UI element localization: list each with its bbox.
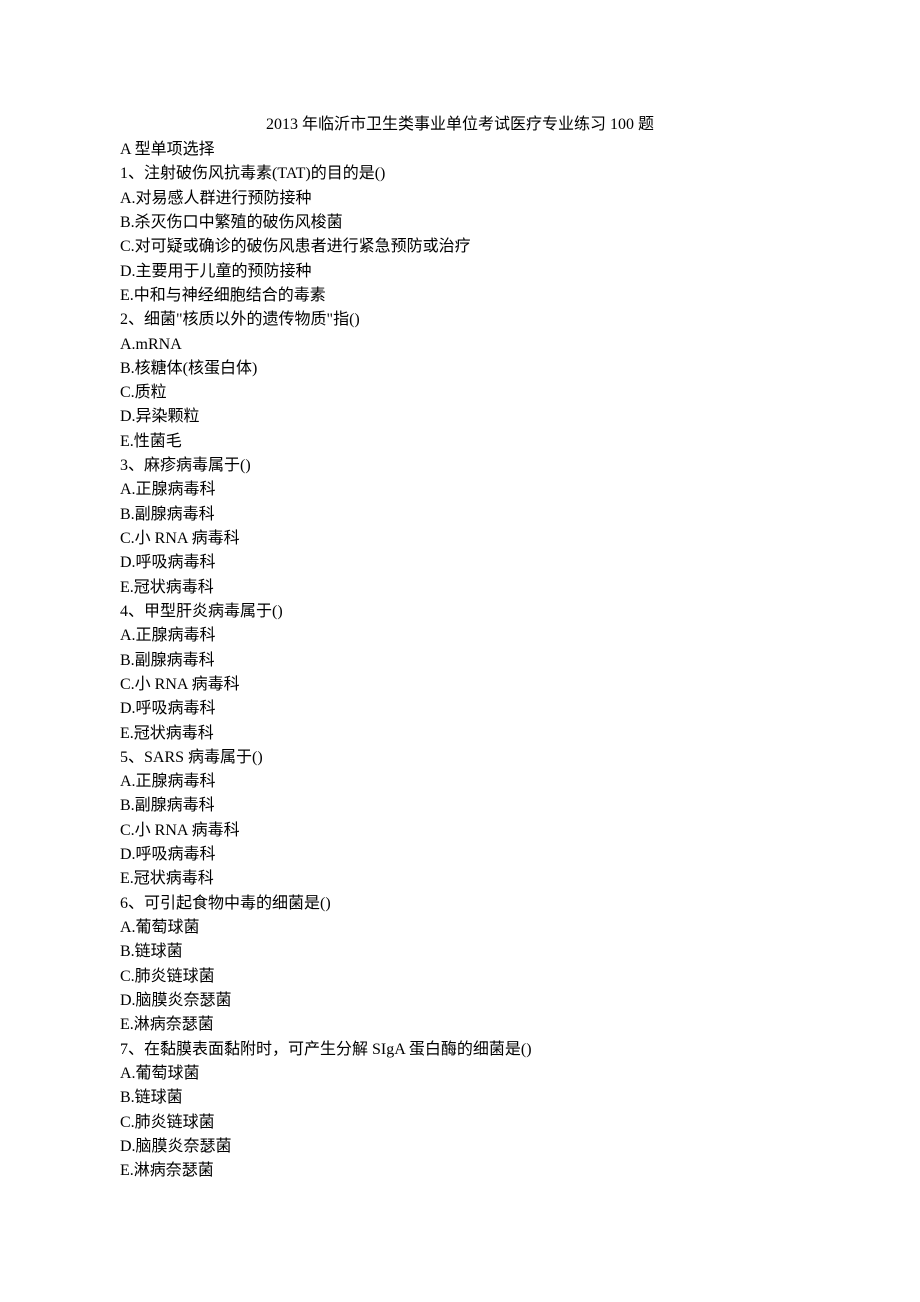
question-option: B.副腺病毒科 (120, 794, 800, 818)
question-option: C.小 RNA 病毒科 (120, 527, 800, 551)
question-stem: 1、注射破伤风抗毒素(TAT)的目的是() (120, 162, 800, 186)
question-option: E.性菌毛 (120, 430, 800, 454)
question-option: A.正腺病毒科 (120, 770, 800, 794)
question-option: D.呼吸病毒科 (120, 843, 800, 867)
question-option: E.冠状病毒科 (120, 867, 800, 891)
question-option: E.中和与神经细胞结合的毒素 (120, 284, 800, 308)
question-option: A.葡萄球菌 (120, 916, 800, 940)
question-stem: 7、在黏膜表面黏附时，可产生分解 SIgA 蛋白酶的细菌是() (120, 1038, 800, 1062)
question-option: D.呼吸病毒科 (120, 697, 800, 721)
question-option: B.副腺病毒科 (120, 503, 800, 527)
question-option: E.淋病奈瑟菌 (120, 1159, 800, 1183)
question-option: B.核糖体(核蛋白体) (120, 357, 800, 381)
question-option: A.正腺病毒科 (120, 478, 800, 502)
question-stem: 5、SARS 病毒属于() (120, 746, 800, 770)
question-option: B.副腺病毒科 (120, 649, 800, 673)
question-option: D.脑膜炎奈瑟菌 (120, 989, 800, 1013)
question-option: A.对易感人群进行预防接种 (120, 187, 800, 211)
question-option: D.呼吸病毒科 (120, 551, 800, 575)
page-title: 2013 年临沂市卫生类事业单位考试医疗专业练习 100 题 (120, 110, 800, 134)
question-option: E.淋病奈瑟菌 (120, 1013, 800, 1037)
question-option: A.葡萄球菌 (120, 1062, 800, 1086)
question-option: E.冠状病毒科 (120, 576, 800, 600)
question-option: A.mRNA (120, 333, 800, 357)
question-option: D.脑膜炎奈瑟菌 (120, 1135, 800, 1159)
question-option: C.质粒 (120, 381, 800, 405)
question-stem: 4、甲型肝炎病毒属于() (120, 600, 800, 624)
question-option: C.对可疑或确诊的破伤风患者进行紧急预防或治疗 (120, 235, 800, 259)
question-option: C.小 RNA 病毒科 (120, 819, 800, 843)
question-option: C.肺炎链球菌 (120, 1111, 800, 1135)
question-option: D.主要用于儿童的预防接种 (120, 260, 800, 284)
question-stem: 6、可引起食物中毒的细菌是() (120, 892, 800, 916)
question-option: B.杀灭伤口中繁殖的破伤风梭菌 (120, 211, 800, 235)
question-option: B.链球菌 (120, 940, 800, 964)
question-option: E.冠状病毒科 (120, 722, 800, 746)
question-stem: 2、细菌"核质以外的遗传物质"指() (120, 308, 800, 332)
question-stem: 3、麻疹病毒属于() (120, 454, 800, 478)
section-heading: A 型单项选择 (120, 138, 800, 162)
question-option: C.肺炎链球菌 (120, 965, 800, 989)
question-option: A.正腺病毒科 (120, 624, 800, 648)
question-option: B.链球菌 (120, 1086, 800, 1110)
question-option: C.小 RNA 病毒科 (120, 673, 800, 697)
question-option: D.异染颗粒 (120, 405, 800, 429)
questions-container: 1、注射破伤风抗毒素(TAT)的目的是()A.对易感人群进行预防接种B.杀灭伤口… (120, 162, 800, 1183)
document-page: 2013 年临沂市卫生类事业单位考试医疗专业练习 100 题 A 型单项选择 1… (0, 0, 920, 1243)
